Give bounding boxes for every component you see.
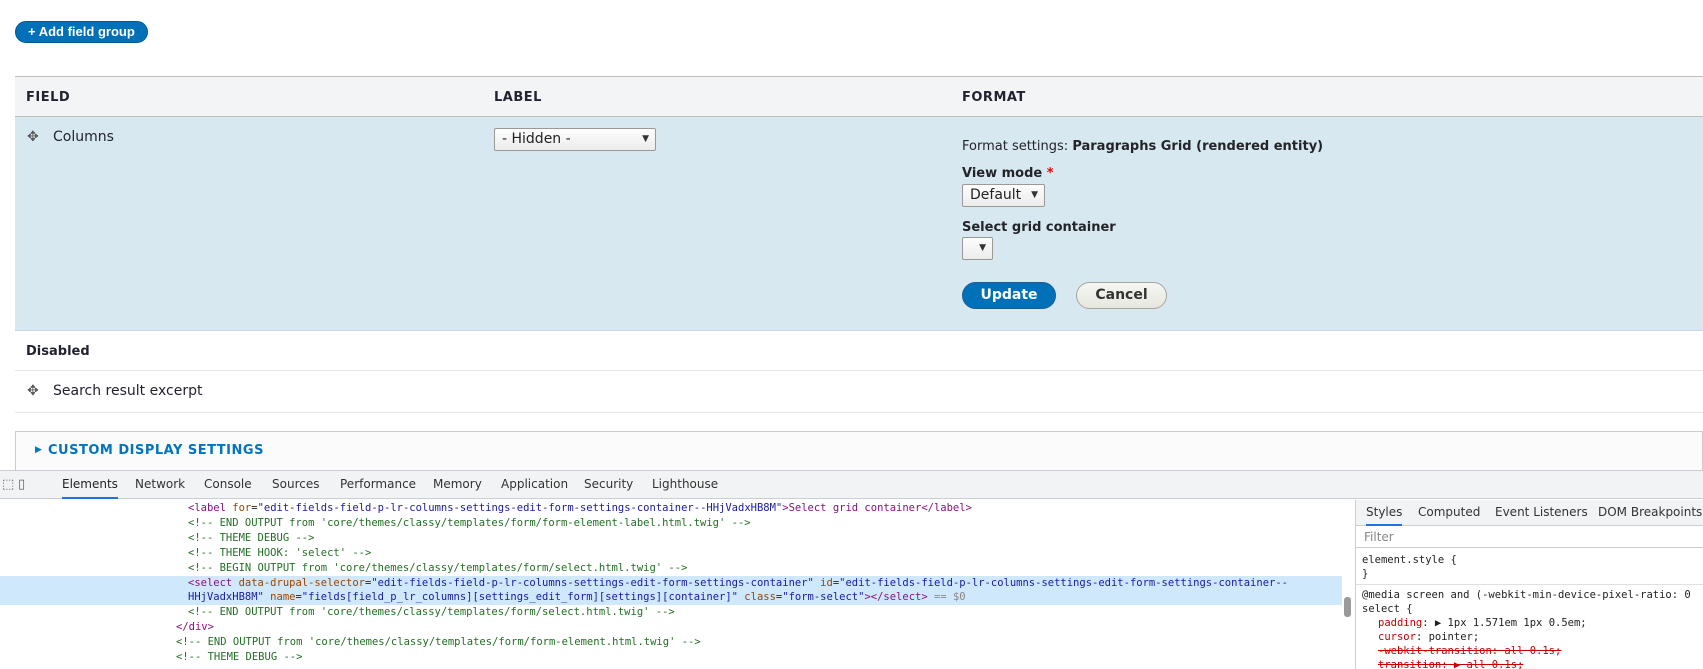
chevron-down-icon: ▼ — [979, 243, 986, 253]
view-mode-label: View mode * — [962, 166, 1054, 181]
label-display-select[interactable]: - Hidden - ▼ — [494, 128, 656, 151]
table-row-search-excerpt: ✥ Search result excerpt — [15, 371, 1703, 413]
dom-comment[interactable]: <!-- THEME DEBUG --> — [176, 650, 302, 664]
add-field-group-button[interactable]: + Add field group — [15, 21, 148, 43]
update-button[interactable]: Update — [962, 282, 1056, 309]
device-toolbar-icon[interactable]: ▯ — [18, 477, 25, 492]
table-header: FIELD LABEL FORMAT — [15, 76, 1703, 117]
dom-attr: id — [813, 577, 833, 589]
css-declaration[interactable]: padding: ▶ 1px 1.571em 1px 0.5em; — [1378, 616, 1587, 630]
tab-computed[interactable]: Computed — [1418, 500, 1480, 526]
dom-attr-value: "edit-fields-field-p-lr-columns-settings… — [839, 577, 1288, 589]
format-settings-summary: Format settings: Paragraphs Grid (render… — [962, 139, 1323, 154]
field-name-columns: Columns — [53, 129, 114, 145]
dom-attr-value: "form-select" — [782, 591, 865, 603]
dom-comment[interactable]: <!-- BEGIN OUTPUT from 'core/themes/clas… — [188, 561, 687, 575]
manage-display-page: + Add field group FIELD LABEL FORMAT ✥ C… — [0, 0, 1703, 470]
tab-application[interactable]: Application — [501, 471, 568, 499]
header-label: LABEL — [494, 90, 542, 105]
selected-marker: == $0 — [927, 591, 966, 603]
dom-line-selected-cont[interactable]: HHjVadxHB8M" name="fields[field_p_lr_col… — [188, 590, 966, 604]
dom-comment[interactable]: <!-- END OUTPUT from 'core/themes/classy… — [188, 605, 675, 619]
dom-tag: <label — [188, 502, 233, 514]
required-marker: * — [1046, 166, 1054, 181]
format-settings-prefix: Format settings: — [962, 139, 1069, 154]
dom-tree[interactable]: <label for="edit-fields-field-p-lr-colum… — [0, 500, 1342, 669]
css-media-query: @media screen and (-webkit-min-device-pi… — [1362, 589, 1691, 601]
css-prop-name: cursor — [1378, 631, 1416, 643]
grid-container-select[interactable]: ▼ — [962, 237, 993, 260]
fields-table: FIELD LABEL FORMAT ✥ Columns - Hidden - … — [15, 76, 1703, 413]
dom-line[interactable]: <label for="edit-fields-field-p-lr-colum… — [188, 501, 972, 515]
tab-sources[interactable]: Sources — [272, 471, 319, 499]
devtools-tabbar: ⬚ ▯ Elements Network Console Sources Per… — [0, 471, 1703, 499]
region-title-disabled: Disabled — [26, 344, 90, 359]
css-rule-element-style[interactable]: element.style { — [1362, 553, 1457, 567]
dom-attr-value: HHjVadxHB8M" — [188, 591, 264, 603]
custom-display-settings-toggle[interactable]: ▶ CUSTOM DISPLAY SETTINGS — [15, 431, 1703, 470]
css-rule-close: } — [1362, 568, 1369, 580]
css-selector[interactable]: select { — [1362, 602, 1413, 616]
inspect-element-icon[interactable]: ⬚ — [2, 477, 14, 492]
tab-dom-breakpoints[interactable]: DOM Breakpoints — [1598, 500, 1702, 526]
dom-comment[interactable]: <!-- END OUTPUT from 'core/themes/classy… — [188, 516, 751, 530]
dom-attr-value: "edit-fields-field-p-lr-columns-settings… — [257, 502, 783, 514]
tab-performance[interactable]: Performance — [340, 471, 416, 499]
tab-memory[interactable]: Memory — [433, 471, 482, 499]
view-mode-select[interactable]: Default ▼ — [962, 184, 1045, 207]
tab-lighthouse[interactable]: Lighthouse — [652, 471, 718, 499]
dom-tag-close[interactable]: </div> — [176, 620, 214, 634]
dom-tag: <select — [188, 577, 239, 589]
label-display-value: - Hidden - — [502, 131, 571, 147]
header-field: FIELD — [26, 90, 71, 105]
styles-pane: Styles Computed Event Listeners DOM Brea… — [1355, 500, 1703, 669]
chevron-down-icon: ▼ — [642, 134, 649, 144]
styles-tabbar: Styles Computed Event Listeners DOM Brea… — [1356, 500, 1703, 526]
chevron-down-icon: ▼ — [1031, 190, 1038, 200]
dom-line-selected[interactable]: <select data-drupal-selector="edit-field… — [188, 576, 1288, 590]
view-mode-label-text: View mode — [962, 166, 1043, 181]
dom-tag: ></select> — [864, 591, 928, 603]
css-declaration-overridden[interactable]: transition: ▶ all 0.1s; — [1378, 658, 1523, 669]
dom-comment[interactable]: <!-- END OUTPUT from 'core/themes/classy… — [176, 635, 701, 649]
css-prop-value: : ▶ 1px 1.571em 1px 0.5em; — [1422, 617, 1587, 629]
css-prop-value: : pointer; — [1415, 631, 1480, 643]
cancel-button[interactable]: Cancel — [1076, 282, 1167, 309]
dom-comment[interactable]: <!-- THEME DEBUG --> — [188, 531, 314, 545]
header-format: FORMAT — [962, 90, 1026, 105]
custom-display-settings-label: CUSTOM DISPLAY SETTINGS — [48, 443, 264, 458]
dom-attr: name — [263, 591, 296, 603]
format-settings-value: Paragraphs Grid (rendered entity) — [1072, 139, 1324, 154]
divider — [1356, 584, 1703, 585]
dom-comment[interactable]: <!-- THEME HOOK: 'select' --> — [188, 546, 371, 560]
tab-network[interactable]: Network — [135, 471, 185, 499]
css-prop-name: padding — [1378, 617, 1423, 629]
dom-text: >Select grid container</label> — [782, 502, 972, 514]
dom-attr: data-drupal-selector — [238, 577, 366, 589]
dom-attr-value: "fields[field_p_lr_columns][settings_edi… — [301, 591, 738, 603]
css-declaration[interactable]: cursor: pointer; — [1378, 630, 1479, 644]
tab-styles[interactable]: Styles — [1366, 500, 1403, 526]
dom-scrollbar[interactable] — [1344, 597, 1351, 617]
styles-filter-input[interactable]: Filter — [1356, 526, 1703, 548]
region-disabled: Disabled — [15, 331, 1703, 371]
grid-container-label: Select grid container — [962, 220, 1116, 235]
dom-attr: for — [232, 502, 252, 514]
css-declaration-overridden[interactable]: -webkit-transition: all 0.1s; — [1378, 644, 1561, 658]
table-row-columns: ✥ Columns - Hidden - ▼ Format settings: … — [15, 117, 1703, 331]
tab-elements[interactable]: Elements — [62, 471, 118, 499]
tab-event-listeners[interactable]: Event Listeners — [1495, 500, 1588, 526]
view-mode-value: Default — [970, 187, 1022, 203]
triangle-right-icon: ▶ — [35, 445, 43, 455]
field-name-search-excerpt: Search result excerpt — [53, 383, 203, 399]
tab-security[interactable]: Security — [584, 471, 633, 499]
drag-handle-icon[interactable]: ✥ — [27, 384, 41, 398]
devtools-panel: ⬚ ▯ Elements Network Console Sources Per… — [0, 470, 1703, 669]
dom-attr-value: "edit-fields-field-p-lr-columns-settings… — [371, 577, 814, 589]
drag-handle-icon[interactable]: ✥ — [27, 130, 41, 144]
dom-attr: class — [737, 591, 776, 603]
tab-console[interactable]: Console — [204, 471, 252, 499]
